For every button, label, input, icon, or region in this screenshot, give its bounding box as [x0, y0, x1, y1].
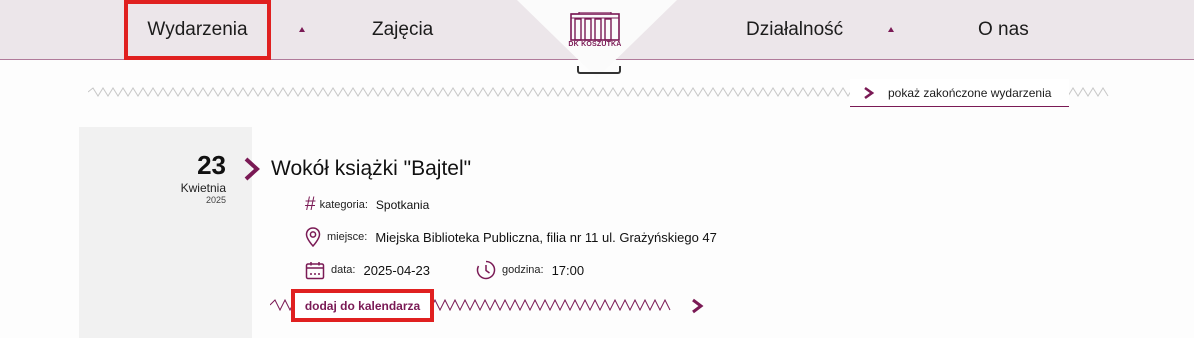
- place-value: Miejska Biblioteka Publiczna, filia nr 1…: [375, 229, 717, 245]
- nav-caret-icon[interactable]: [888, 27, 894, 32]
- event-date-box: 23 Kwietnia 2025: [79, 127, 252, 338]
- nav-item-label: Wydarzenia: [147, 19, 248, 40]
- event-category-row: # kategoria: Spotkania: [305, 194, 429, 216]
- nav-item-wydarzenia[interactable]: Wydarzenia: [124, 0, 271, 60]
- logo-icon[interactable]: [565, 11, 625, 58]
- nav-item-dzialalnosc[interactable]: Działalność: [746, 0, 843, 60]
- add-to-calendar-button[interactable]: dodaj do kalendarza: [291, 289, 434, 322]
- nav-item-zajecia[interactable]: Zajęcia: [372, 0, 433, 60]
- logo-text: DK KOSZUTKA: [568, 41, 622, 48]
- nav-item-label: Zajęcia: [372, 19, 434, 40]
- nav-item-o-nas[interactable]: O nas: [978, 0, 1029, 60]
- date-value: 2025-04-23: [363, 262, 430, 278]
- show-finished-label: pokaż zakończone wydarzenia: [888, 85, 1052, 100]
- top-navigation: Wydarzenia Zajęcia DK KOSZUTKA Działalno…: [0, 0, 1194, 78]
- chevron-right-icon: [864, 86, 875, 100]
- nav-item-label: Działalność: [746, 19, 844, 40]
- hashtag-icon: #: [305, 194, 316, 215]
- event-date-row: data: 2025-04-23 godzina: 17:00: [305, 260, 584, 280]
- event-day: 23: [197, 150, 226, 180]
- place-label: miejsce:: [327, 231, 368, 243]
- page-root: Wydarzenia Zajęcia DK KOSZUTKA Działalno…: [0, 0, 1194, 338]
- time-label: godzina:: [501, 264, 544, 276]
- event-title[interactable]: Wokół książki "Bajtel": [271, 157, 471, 181]
- event-month: Kwietnia: [180, 181, 226, 195]
- chevron-right-icon: [244, 157, 260, 181]
- category-label: kategoria:: [319, 199, 368, 211]
- date-label: data:: [331, 264, 356, 276]
- add-to-calendar-label: dodaj do kalendarza: [304, 298, 421, 313]
- clock-icon: [476, 260, 496, 280]
- category-value: Spotkania: [375, 198, 430, 212]
- event-year: 2025: [205, 195, 226, 205]
- partial-element: [577, 66, 621, 74]
- nav-caret-icon[interactable]: [299, 27, 305, 32]
- nav-item-label: O nas: [978, 19, 1029, 40]
- chevron-right-icon[interactable]: [690, 298, 706, 314]
- time-value: 17:00: [551, 262, 585, 278]
- event-place-row: miejsce: Miejska Biblioteka Publiczna, f…: [305, 227, 717, 247]
- location-pin-icon: [305, 227, 321, 247]
- show-finished-events-button[interactable]: pokaż zakończone wydarzenia: [850, 79, 1069, 107]
- calendar-icon: [305, 261, 325, 279]
